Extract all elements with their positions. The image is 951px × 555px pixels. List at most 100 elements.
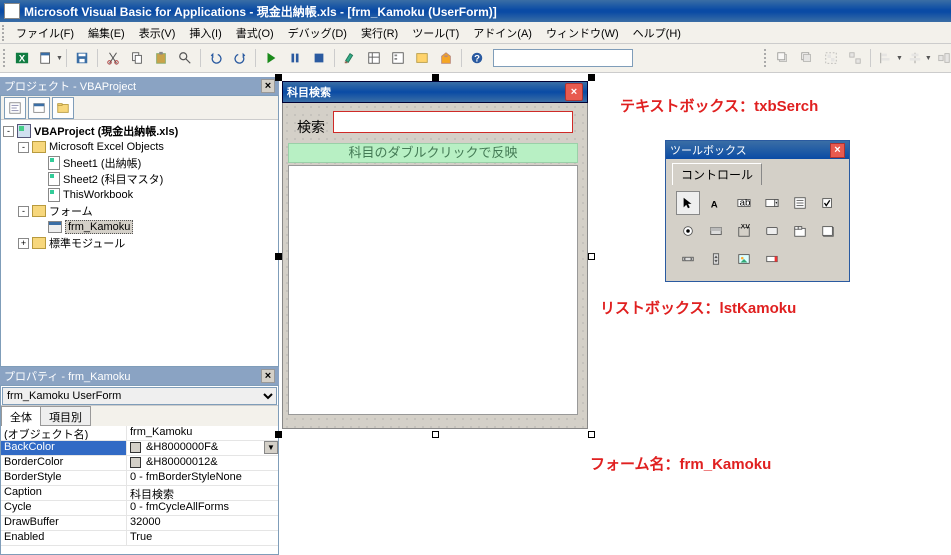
instruction-banner: 科目のダブルクリックで反映	[288, 143, 578, 163]
ungroup-icon[interactable]	[844, 47, 866, 69]
tool-pointer-icon[interactable]	[676, 191, 700, 215]
form-design-toolbar: ▼ ▼ ▼ ▼	[763, 46, 951, 70]
help-icon[interactable]: ?	[466, 47, 488, 69]
tree-collapse-icon[interactable]: -	[3, 126, 14, 137]
tool-textbox-icon[interactable]: ab|	[732, 191, 756, 215]
view-excel-icon[interactable]: X	[11, 47, 33, 69]
toolbox-close-icon[interactable]: ×	[830, 143, 845, 158]
lstKamoku-listbox[interactable]	[288, 165, 578, 415]
userform-designer[interactable]: 科目検索 × 検索 科目のダブルクリックで反映	[282, 81, 588, 431]
tool-refedit-icon[interactable]	[760, 247, 784, 271]
menu-edit[interactable]: 編集(E)	[81, 23, 132, 43]
tree-folder-excel-objects[interactable]: Microsoft Excel Objects	[49, 141, 164, 153]
tree-collapse-icon[interactable]: -	[18, 142, 29, 153]
tree-frm-kamoku[interactable]: frm_Kamoku	[65, 220, 133, 234]
txbSerch-textbox[interactable]	[333, 111, 573, 133]
tree-expand-icon[interactable]: +	[18, 238, 29, 249]
property-row[interactable]: BackColor &H8000000F&▼	[1, 441, 278, 456]
view-code-icon[interactable]	[4, 97, 26, 119]
tool-spinbutton-icon[interactable]	[704, 247, 728, 271]
help-search-input[interactable]	[493, 49, 633, 67]
redo-icon[interactable]	[229, 47, 251, 69]
tree-thisworkbook[interactable]: ThisWorkbook	[63, 189, 133, 201]
size-dd[interactable]: ▼	[932, 47, 951, 69]
toolbox-title: ツールボックス	[670, 142, 747, 158]
property-row[interactable]: Cycle 0 - fmCycleAllForms	[1, 501, 278, 516]
menu-format[interactable]: 書式(O)	[229, 23, 281, 43]
menu-file[interactable]: ファイル(F)	[9, 23, 81, 43]
property-row[interactable]: (オブジェクト名) frm_Kamoku	[1, 426, 278, 441]
design-surface[interactable]: 科目検索 × 検索 科目のダブルクリックで反映 テキストボックス：txbSerc…	[280, 77, 951, 544]
toolbox-icon[interactable]	[435, 47, 457, 69]
menu-debug[interactable]: デバッグ(D)	[281, 23, 354, 43]
reset-icon[interactable]	[308, 47, 330, 69]
userform-close-icon[interactable]: ×	[565, 83, 583, 101]
tree-folder-modules[interactable]: 標準モジュール	[49, 235, 125, 251]
properties-grid[interactable]: (オブジェクト名) frm_KamokuBackColor &H8000000F…	[1, 426, 278, 554]
tool-commandbutton-icon[interactable]	[760, 219, 784, 243]
userform-body[interactable]: 検索 科目のダブルクリックで反映	[282, 103, 588, 429]
copy-icon[interactable]	[126, 47, 148, 69]
properties-tab-categorized[interactable]: 項目別	[40, 406, 91, 426]
tool-scrollbar-icon[interactable]	[676, 247, 700, 271]
group-icon[interactable]	[820, 47, 842, 69]
tree-sheet1[interactable]: Sheet1 (出納帳)	[63, 155, 141, 171]
find-icon[interactable]	[174, 47, 196, 69]
tool-label-icon[interactable]: A	[704, 191, 728, 215]
project-tree[interactable]: -VBAProject (現金出納帳.xls) -Microsoft Excel…	[1, 120, 278, 366]
view-object-icon[interactable]	[28, 97, 50, 119]
tool-togglebutton-icon[interactable]	[704, 219, 728, 243]
center-dd[interactable]: ▼	[903, 47, 932, 69]
properties-pane: frm_Kamoku UserForm 全体 項目別 (オブジェクト名) frm…	[0, 385, 279, 555]
tool-checkbox-icon[interactable]	[816, 191, 840, 215]
save-icon[interactable]	[71, 47, 93, 69]
tool-image-icon[interactable]	[732, 247, 756, 271]
tool-frame-icon[interactable]: xv	[732, 219, 756, 243]
folder-icon	[32, 237, 46, 249]
toolbox-tab-controls[interactable]: コントロール	[672, 163, 762, 185]
object-browser-icon[interactable]	[411, 47, 433, 69]
property-row[interactable]: DrawBuffer 32000	[1, 516, 278, 531]
menu-tools[interactable]: ツール(T)	[405, 23, 466, 43]
menu-insert[interactable]: 挿入(I)	[182, 23, 228, 43]
tool-tabstrip-icon[interactable]	[788, 219, 812, 243]
project-pane-close-icon[interactable]: ×	[261, 79, 275, 93]
svg-text:ab|: ab|	[740, 198, 751, 209]
property-row[interactable]: BorderStyle 0 - fmBorderStyleNone	[1, 471, 278, 486]
toolbox-window[interactable]: ツールボックス × コントロール A ab| xv	[665, 140, 850, 282]
align-dd[interactable]: ▼	[874, 47, 903, 69]
design-mode-icon[interactable]	[339, 47, 361, 69]
paste-icon[interactable]	[150, 47, 172, 69]
menu-window[interactable]: ウィンドウ(W)	[539, 23, 626, 43]
run-icon[interactable]	[260, 47, 282, 69]
workbook-icon	[48, 188, 60, 202]
insert-dd[interactable]: ▼	[34, 47, 63, 69]
tree-sheet2[interactable]: Sheet2 (科目マスタ)	[63, 171, 163, 187]
project-explorer-icon[interactable]	[363, 47, 385, 69]
bring-front-icon[interactable]	[772, 47, 794, 69]
tool-optionbutton-icon[interactable]	[676, 219, 700, 243]
menu-addins[interactable]: アドイン(A)	[466, 23, 539, 43]
toggle-folders-icon[interactable]	[52, 97, 74, 119]
property-row[interactable]: Caption 科目検索	[1, 486, 278, 501]
tool-combobox-icon[interactable]	[760, 191, 784, 215]
tree-folder-forms[interactable]: フォーム	[49, 203, 93, 219]
menu-view[interactable]: 表示(V)	[132, 23, 183, 43]
tool-listbox-icon[interactable]	[788, 191, 812, 215]
toolbox-titlebar[interactable]: ツールボックス ×	[666, 141, 849, 159]
properties-pane-close-icon[interactable]: ×	[261, 369, 275, 383]
properties-tab-all[interactable]: 全体	[1, 406, 41, 426]
tree-collapse-icon[interactable]: -	[18, 206, 29, 217]
menu-run[interactable]: 実行(R)	[354, 23, 405, 43]
send-back-icon[interactable]	[796, 47, 818, 69]
tool-multipage-icon[interactable]	[816, 219, 840, 243]
menu-help[interactable]: ヘルプ(H)	[626, 23, 688, 43]
undo-icon[interactable]	[205, 47, 227, 69]
properties-object-select[interactable]: frm_Kamoku UserForm	[2, 387, 277, 405]
tree-project[interactable]: VBAProject (現金出納帳.xls)	[34, 123, 178, 139]
properties-icon[interactable]	[387, 47, 409, 69]
break-icon[interactable]	[284, 47, 306, 69]
properties-object-combo[interactable]: frm_Kamoku UserForm	[1, 386, 278, 406]
cut-icon[interactable]	[102, 47, 124, 69]
property-row[interactable]: BorderColor &H80000012&	[1, 456, 278, 471]
